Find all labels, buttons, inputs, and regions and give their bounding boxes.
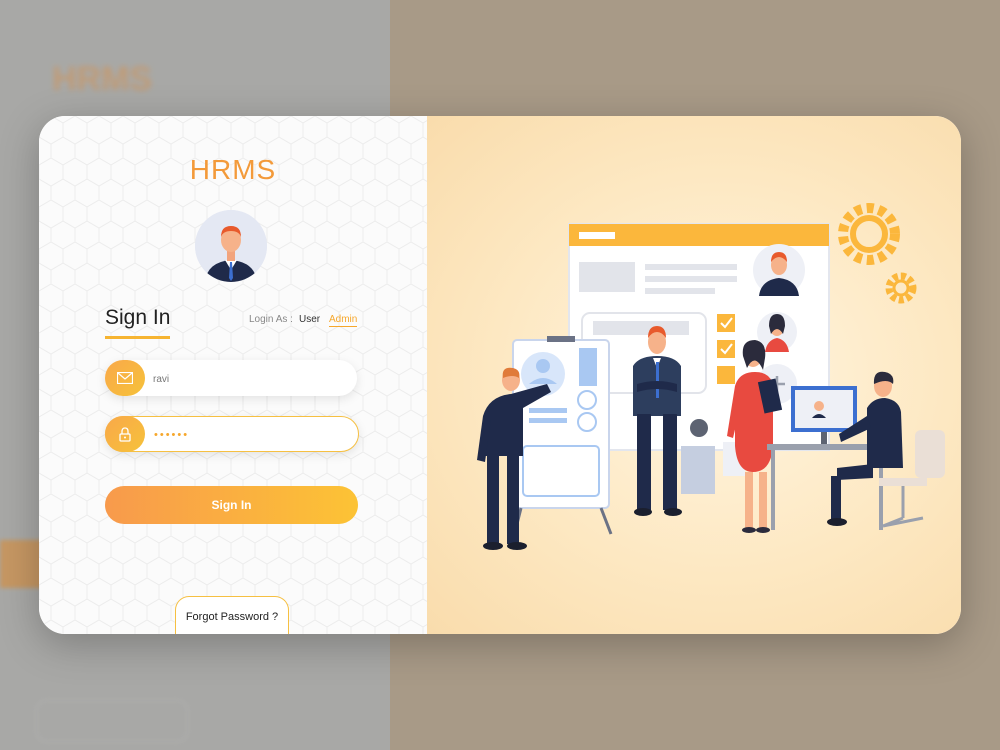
password-input[interactable] [152, 417, 346, 453]
lock-icon [105, 416, 145, 452]
brand-logo: HRMS [189, 154, 277, 185]
avatar [195, 210, 267, 282]
email-input[interactable] [151, 360, 345, 398]
login-as-label: Login As : [249, 314, 293, 325]
email-field [105, 360, 357, 398]
sign-in-button[interactable]: Sign In [105, 486, 358, 524]
team-illustration [477, 203, 945, 550]
login-card: HRMS Sign In Login As : User Admin ravi … [39, 116, 961, 634]
mail-icon [105, 360, 145, 396]
user-avatar-icon [195, 210, 267, 282]
sign-in-heading: Sign In [105, 306, 171, 339]
forgot-password-link[interactable]: Forgot Password ? [175, 596, 289, 634]
illustration-pane [427, 116, 961, 634]
login-form-pane: HRMS Sign In Login As : User Admin ravi … [39, 116, 427, 634]
role-option-admin[interactable]: Admin [329, 314, 358, 327]
password-field [105, 416, 359, 453]
role-option-user[interactable]: User [299, 314, 320, 325]
